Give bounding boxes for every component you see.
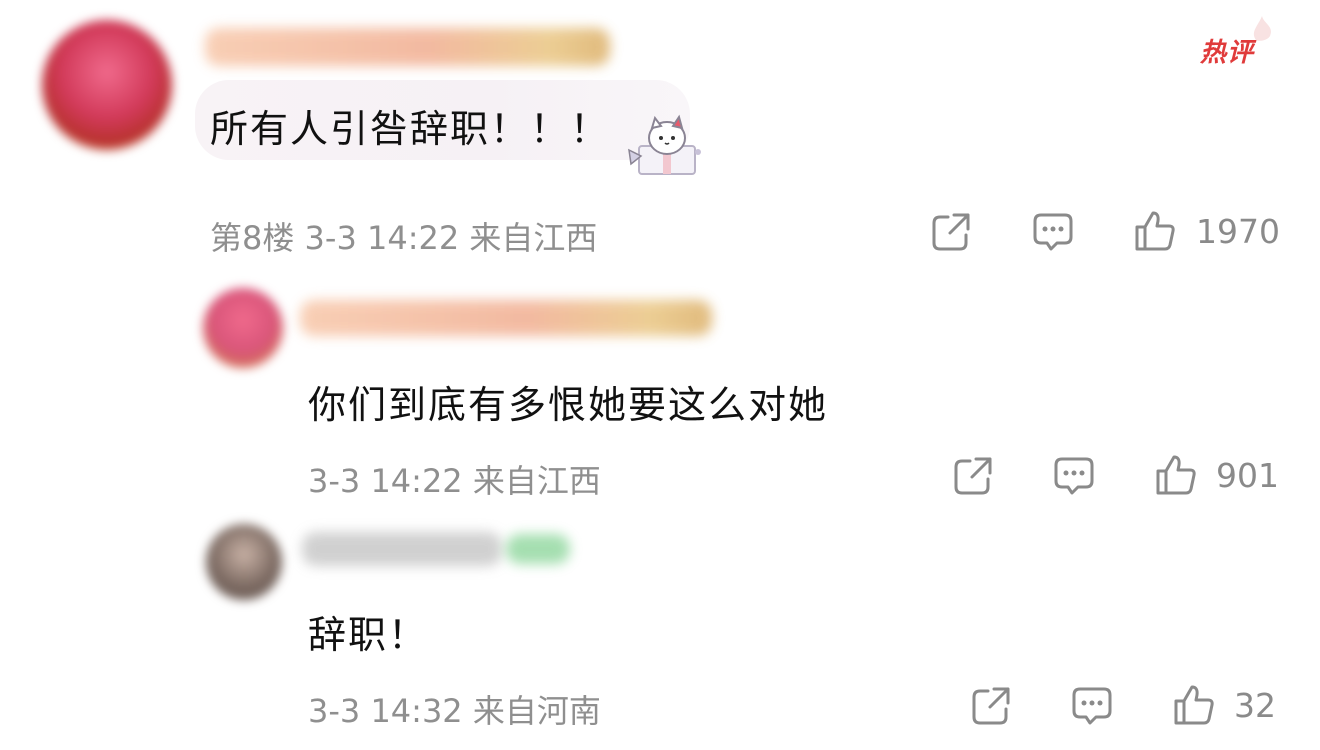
avatar[interactable] (203, 288, 283, 368)
hot-comment-badge: 热评 (1200, 38, 1255, 68)
comment-text: 你们到底有多恨她要这么对她 (308, 383, 829, 427)
username[interactable] (300, 300, 712, 336)
username[interactable] (302, 532, 502, 566)
flame-icon (1253, 16, 1271, 41)
thumbs-up-icon[interactable] (1172, 683, 1216, 727)
share-icon[interactable] (970, 685, 1012, 727)
user-badge (506, 534, 570, 564)
like-count: 1970 (1196, 212, 1280, 251)
comment-text: 所有人引咎辞职！！！ (210, 107, 611, 151)
comment-icon[interactable] (1052, 455, 1096, 497)
cat-gift-sticker (628, 114, 701, 175)
thumbs-up-icon[interactable] (1154, 453, 1198, 497)
thumbs-up-icon[interactable] (1133, 209, 1177, 253)
share-icon[interactable] (930, 211, 972, 253)
avatar[interactable] (206, 524, 282, 600)
comment-meta: 3-3 14:22 来自江西 (308, 462, 601, 500)
avatar[interactable] (42, 20, 172, 150)
username[interactable] (205, 28, 610, 66)
comment-text: 辞职！ (308, 613, 429, 657)
like-count: 32 (1234, 686, 1276, 725)
comment-meta: 第8楼 3-3 14:22 来自江西 (210, 219, 598, 257)
comment-icon[interactable] (1070, 685, 1114, 727)
like-count: 901 (1216, 456, 1279, 495)
comment-meta: 3-3 14:32 来自河南 (308, 692, 601, 730)
share-icon[interactable] (952, 455, 994, 497)
comment-icon[interactable] (1031, 211, 1075, 253)
